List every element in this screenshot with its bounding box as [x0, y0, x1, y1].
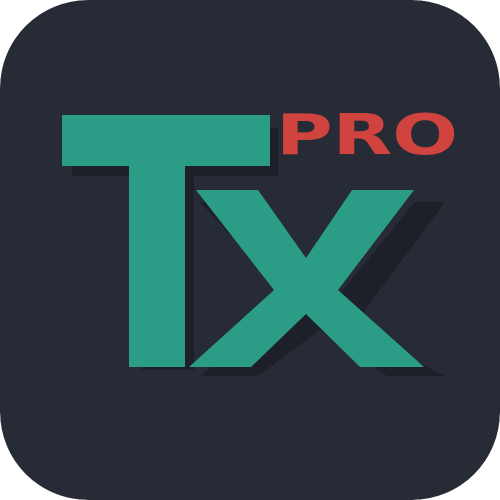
pro-badge: PRO: [276, 103, 458, 168]
tx-pro-logo: PRO: [0, 0, 500, 500]
app-icon: PRO: [0, 0, 500, 500]
